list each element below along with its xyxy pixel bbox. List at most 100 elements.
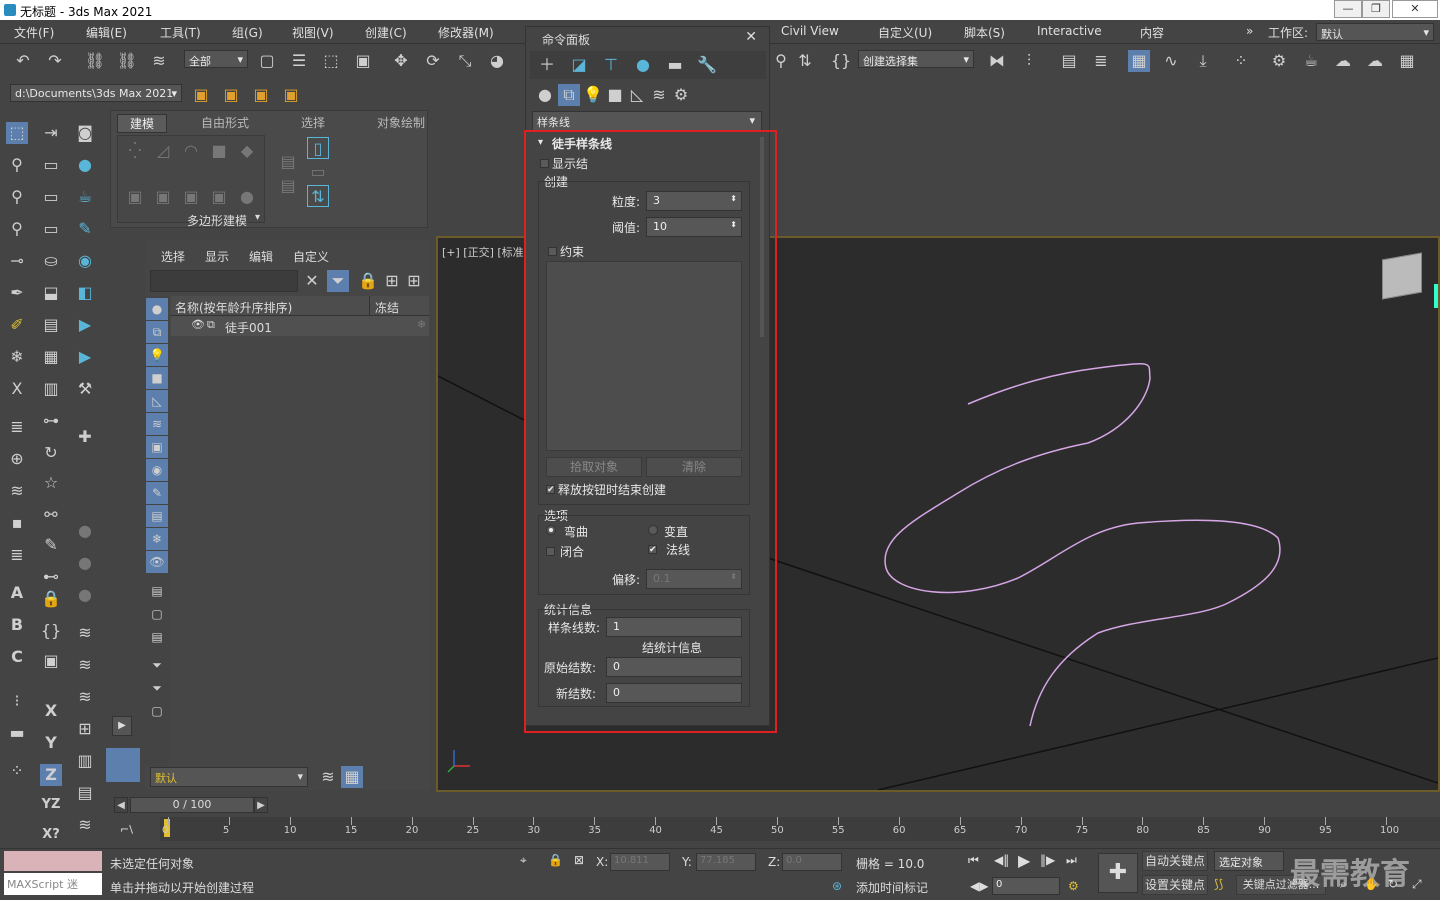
unlink-icon[interactable]: ⛓ bbox=[116, 50, 138, 72]
save-tool-icon[interactable]: ▥ bbox=[40, 378, 62, 400]
menu-edit[interactable]: 编辑(E) bbox=[86, 24, 127, 41]
spinner-snap-icon[interactable]: ⇅ bbox=[794, 50, 816, 72]
systems-category-icon[interactable]: ⚙ bbox=[670, 84, 692, 106]
layers-tool-icon[interactable]: ▤ bbox=[40, 314, 62, 336]
filter-frozen-icon[interactable]: ❄ bbox=[146, 528, 168, 550]
bind-spacewarp-icon[interactable]: ≋ bbox=[148, 50, 170, 72]
node-icon[interactable]: ⊶ bbox=[40, 410, 62, 432]
filter-cameras-icon[interactable]: ■ bbox=[146, 367, 168, 389]
filter-groups-icon[interactable]: ▣ bbox=[146, 436, 168, 458]
layer-explorer-icon[interactable]: ≣ bbox=[1090, 50, 1112, 72]
add-time-tag[interactable]: 添加时间标记 bbox=[856, 879, 928, 896]
goto-start-icon[interactable]: ⏮ bbox=[968, 853, 979, 868]
element-mode-icon[interactable]: ◆ bbox=[236, 140, 258, 162]
orbit-icon[interactable]: ↻ bbox=[1388, 877, 1398, 891]
time-slider[interactable]: 0 / 100 bbox=[130, 797, 254, 813]
layers-2-icon[interactable]: ≋ bbox=[74, 622, 96, 644]
import-icon[interactable]: ⇥ bbox=[40, 122, 62, 144]
clear-search-icon[interactable]: ✕ bbox=[301, 270, 323, 292]
box-tool-icon[interactable]: ▭ bbox=[40, 218, 62, 240]
ribbon-side-1-icon[interactable]: ▤ bbox=[277, 151, 299, 173]
ribbon-side-3-icon[interactable]: ▯ bbox=[307, 137, 329, 159]
track-bar[interactable]: 0 5 10 15 20 25 30 35 40 45 50 55 60 65 70 75 80 85 90 95 10… bbox=[160, 817, 1440, 841]
hierarchy-icon[interactable]: ⊞ bbox=[381, 270, 403, 292]
motion-tab-icon[interactable]: ● bbox=[632, 54, 654, 76]
play-icon[interactable]: ▶ bbox=[1018, 851, 1030, 870]
project-folder-icon[interactable]: ▣ bbox=[190, 84, 212, 106]
layer-toggle-icon[interactable]: ▦ bbox=[341, 766, 363, 788]
ribbon-group-label[interactable]: 多边形建模 bbox=[187, 212, 247, 229]
sphere-icon[interactable]: ◉ bbox=[74, 250, 96, 272]
menu-customize[interactable]: 自定义(U) bbox=[878, 24, 932, 41]
schematic-view-icon[interactable]: ⤓ bbox=[1192, 50, 1214, 72]
align-icon[interactable]: ⫶ bbox=[1018, 50, 1040, 72]
z-coordinate[interactable]: 0.0 bbox=[782, 853, 842, 871]
filter-spacewarps-icon[interactable]: ≋ bbox=[146, 413, 168, 435]
camera-icon[interactable]: ◧ bbox=[74, 282, 96, 304]
hierarchy-2-icon[interactable]: ⊞ bbox=[403, 270, 425, 292]
goto-end-icon[interactable]: ⏭ bbox=[1066, 853, 1077, 868]
auto-key-button[interactable]: 自动关键点 bbox=[1142, 851, 1208, 871]
filter-funnel-2-icon[interactable]: ⏷ bbox=[146, 677, 168, 699]
scene-tab-customize[interactable]: 自定义 bbox=[293, 248, 329, 265]
scene-explorer-toggle-icon[interactable]: ▤ bbox=[1058, 50, 1080, 72]
scene-tab-edit[interactable]: 编辑 bbox=[249, 248, 273, 265]
modify-tab-icon[interactable]: ◪ bbox=[568, 54, 590, 76]
curve-editor-icon[interactable]: ∿ bbox=[1160, 50, 1182, 72]
star-icon[interactable]: ☆ bbox=[40, 472, 62, 494]
freehand-spline[interactable] bbox=[884, 362, 1281, 727]
lights-category-icon[interactable]: 💡 bbox=[582, 84, 604, 106]
polygon-mode-icon[interactable]: ■ bbox=[208, 140, 230, 162]
ribbon-side-2-icon[interactable]: ▤ bbox=[277, 175, 299, 197]
spacewarps-category-icon[interactable]: ≋ bbox=[648, 84, 670, 106]
key-filter-icon[interactable]: ⟆⟆ bbox=[1214, 877, 1223, 891]
workspace-dropdown[interactable]: 默认 ▾ bbox=[1316, 23, 1434, 41]
object-tool-icon[interactable]: ▭ bbox=[40, 154, 62, 176]
redo-icon[interactable]: ↷ bbox=[44, 50, 66, 72]
add-layer-icon[interactable]: ⊕ bbox=[6, 448, 28, 470]
image-icon[interactable]: ▣ bbox=[40, 650, 62, 672]
video-icon[interactable]: ▶ bbox=[74, 346, 96, 368]
ribbon-tab-modeling[interactable]: 建模 bbox=[117, 114, 168, 133]
isolate-icon[interactable]: ⌖ bbox=[520, 853, 527, 868]
brush-icon[interactable]: ✐ bbox=[6, 314, 28, 336]
project-new-icon[interactable]: ▣ bbox=[250, 84, 272, 106]
select-object-icon[interactable]: ▢ bbox=[256, 50, 278, 72]
utilities-tab-icon[interactable]: 🔧 bbox=[696, 54, 718, 76]
filter-xrefs-icon[interactable]: ◉ bbox=[146, 459, 168, 481]
project-settings-icon[interactable]: ▣ bbox=[280, 84, 302, 106]
dotted-select-icon[interactable]: ⁘ bbox=[6, 760, 28, 782]
viewport-icon[interactable]: ◙ bbox=[74, 122, 96, 144]
named-selection-dropdown[interactable]: 创建选择集 ▾ bbox=[858, 50, 974, 68]
ribbon-toggle-icon[interactable]: ▦ bbox=[1128, 50, 1150, 72]
set-key-big-icon[interactable]: ✚ bbox=[1098, 853, 1138, 893]
selection-filter-dropdown[interactable]: 全部 ▾ bbox=[184, 50, 248, 68]
ribbon-tab-freeform[interactable]: 自由形式 bbox=[201, 114, 249, 131]
gray-circle-3-icon[interactable]: ● bbox=[74, 584, 96, 606]
link-tool-icon[interactable]: ⚲ bbox=[6, 186, 28, 208]
command-panel-close-icon[interactable]: ✕ bbox=[745, 29, 757, 45]
menu-group[interactable]: 组(G) bbox=[232, 24, 263, 41]
filter-shapes-icon[interactable]: ⧉ bbox=[146, 321, 168, 343]
rotate-tool-icon[interactable]: ↻ bbox=[40, 442, 62, 464]
menu-scripting[interactable]: 脚本(S) bbox=[964, 24, 1005, 41]
select-tool-icon[interactable]: ⬚ bbox=[6, 122, 28, 144]
ribbon-side-4-icon[interactable]: ▭ bbox=[307, 161, 329, 183]
pick-tool-icon[interactable]: ⚲ bbox=[6, 154, 28, 176]
col-frozen-header[interactable]: 冻结 bbox=[375, 299, 399, 316]
lock-explorer-icon[interactable]: 🔒 bbox=[357, 270, 379, 292]
shapes-category-icon[interactable]: ⧉ bbox=[558, 84, 580, 106]
mirror-icon[interactable]: ⧓ bbox=[986, 50, 1008, 72]
measure-icon[interactable]: ⊸ bbox=[6, 250, 28, 272]
create-tab-icon[interactable]: ＋ bbox=[536, 54, 558, 76]
ribbon-tab-selection[interactable]: 选择 bbox=[301, 114, 325, 131]
selection-lock-icon[interactable]: 🔒 bbox=[548, 853, 563, 867]
track-bar-icon[interactable]: ⌐\ bbox=[120, 823, 133, 836]
render-setup-icon[interactable]: ⚙ bbox=[1268, 50, 1290, 72]
scale-icon[interactable]: ⤡ bbox=[454, 50, 476, 72]
array-icon[interactable]: ▦ bbox=[40, 346, 62, 368]
path-icon[interactable]: ⊷ bbox=[40, 566, 62, 588]
teapot-icon[interactable]: ☕ bbox=[74, 186, 96, 208]
menu-views[interactable]: 视图(V) bbox=[292, 24, 334, 41]
plus-tool-icon[interactable]: ✚ bbox=[74, 426, 96, 448]
